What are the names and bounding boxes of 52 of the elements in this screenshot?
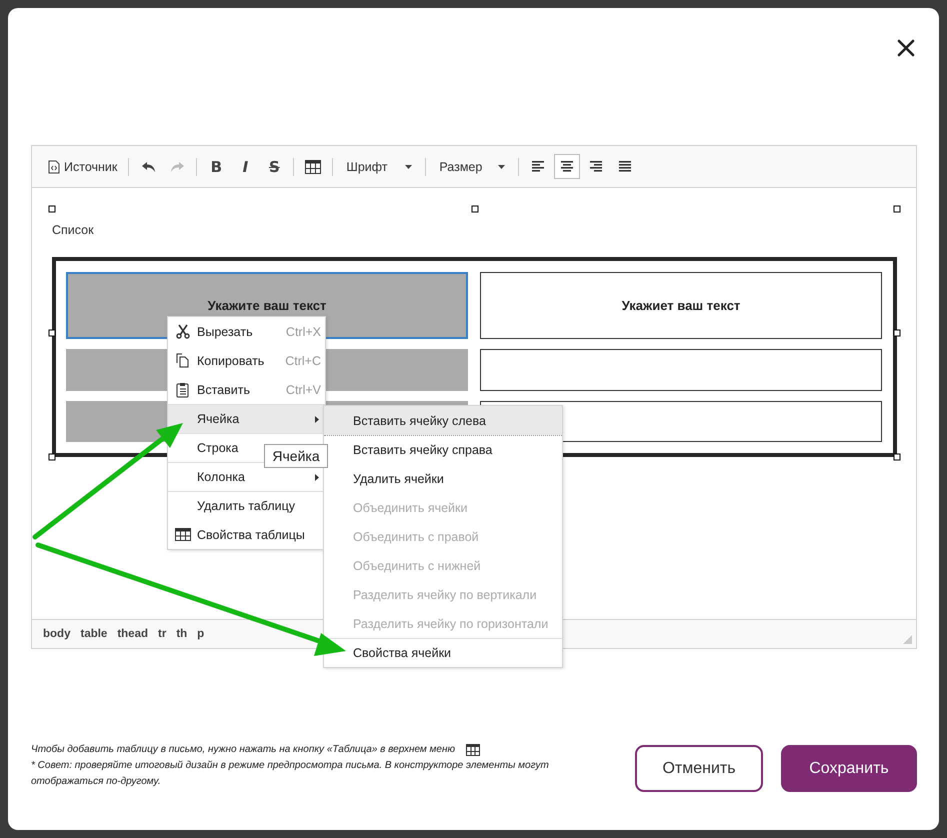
table-cell: Укажиет ваш текст [480, 272, 882, 339]
path-link[interactable]: thead [114, 628, 151, 640]
resize-handle[interactable] [48, 206, 56, 212]
clipboard-icon [176, 382, 189, 398]
table-icon [305, 160, 322, 174]
caret-icon [498, 164, 506, 168]
tooltip: Ячейка [264, 444, 328, 468]
undo-icon [140, 160, 156, 172]
tip-text: * Совет: проверяйте итоговый дизайн в режиме предпросмотра письма. В конструкторе элементы могут отображаться по-другому. [31, 759, 550, 789]
hint-text: Чтобы добавить таблицу в письмо, нужно нажать на кнопку «Таблица» в верхнем меню [31, 743, 455, 757]
submenu-arrow-icon [315, 416, 319, 423]
resize-handle[interactable] [471, 206, 478, 212]
menu-item[interactable]: Свойства таблицы [168, 520, 325, 549]
source-button[interactable]: Источник [43, 154, 122, 179]
submenu-arrow-icon [315, 474, 319, 481]
path-link[interactable]: p [194, 628, 208, 640]
save-button[interactable]: Сохранить [781, 745, 917, 792]
document-icon [48, 160, 60, 174]
copy-icon [176, 353, 189, 368]
resize-handle[interactable] [894, 330, 900, 336]
path-link[interactable]: tr [155, 628, 170, 640]
dropdown[interactable]: Размер [432, 154, 512, 179]
table-icon [466, 744, 480, 756]
italic-button[interactable]: I [232, 154, 258, 179]
path-link[interactable]: body [40, 628, 74, 640]
path-link[interactable]: th [173, 628, 190, 640]
caret-icon [405, 164, 412, 168]
path-link[interactable]: table [77, 628, 110, 640]
strike-button[interactable]: S [261, 154, 288, 179]
resize-handle[interactable] [48, 454, 56, 460]
dropdown[interactable]: Шрифт [339, 154, 420, 179]
align-left-icon [532, 161, 544, 172]
align-right-icon [590, 161, 602, 172]
menu-item[interactable]: Вставить Ctrl+V [168, 375, 325, 404]
resize-grip-icon[interactable] [903, 635, 912, 644]
align-center-icon [561, 161, 574, 172]
table-icon [174, 528, 190, 541]
scissors-icon [176, 324, 190, 339]
close-button[interactable] [895, 37, 917, 59]
bold-button[interactable]: B [203, 154, 230, 179]
caption-text: Список [52, 223, 95, 237]
cancel-button[interactable]: Отменить [635, 745, 763, 792]
align-button[interactable] [554, 154, 580, 179]
redo-icon [170, 160, 185, 172]
menu-item[interactable]: Ячейка [168, 404, 325, 433]
menu-item[interactable]: Копировать Ctrl+C [168, 346, 325, 375]
resize-handle[interactable] [894, 206, 900, 212]
menu-item[interactable]: Вставить ячейку слева [324, 406, 562, 435]
close-icon [897, 39, 915, 57]
resize-handle[interactable] [894, 454, 900, 460]
resize-handle[interactable] [48, 330, 56, 336]
justify-icon [619, 161, 632, 172]
